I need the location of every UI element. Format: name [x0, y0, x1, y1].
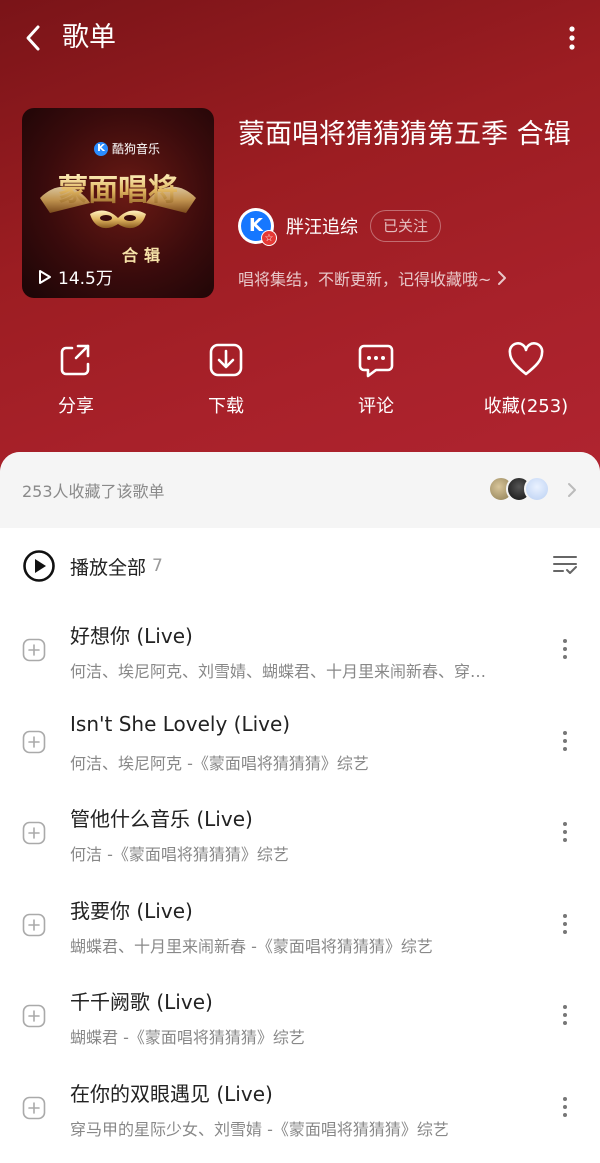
song-artist: 蝴蝶君 -《蒙面唱将猜猜猜》综艺	[70, 1028, 305, 1047]
song-count: 7	[152, 556, 163, 576]
song-artist: 何洁、埃尼阿克 -《蒙面唱将猜猜猜》综艺	[70, 753, 369, 773]
share-icon	[60, 344, 90, 376]
page-title: 歌单	[62, 22, 116, 53]
top-bar: 歌单	[0, 0, 600, 80]
add-to-list-icon[interactable]	[22, 1096, 46, 1120]
more-vertical-icon	[569, 26, 575, 50]
follow-button[interactable]: 已关注	[370, 210, 442, 242]
more-button[interactable]	[560, 20, 584, 56]
more-vertical-icon[interactable]	[558, 1000, 572, 1030]
play-all-label: 播放全部	[70, 556, 147, 579]
share-button[interactable]: 分享	[6, 340, 146, 418]
collectors-bar[interactable]: 253人收藏了该歌单	[0, 452, 600, 528]
song-title: 我要你 (Live)	[70, 898, 193, 923]
avatar	[524, 476, 550, 502]
song-title: 好想你 (Live)	[70, 624, 193, 648]
more-vertical-icon[interactable]	[558, 909, 572, 939]
play-all-button[interactable]: 播放全部 7	[22, 548, 163, 584]
collector-avatars	[488, 476, 550, 502]
verified-star-icon: ☆	[261, 230, 277, 246]
song-artist: 蝴蝶君、十月里来闹新春 -《蒙面唱将猜猜猜》综艺	[70, 936, 433, 956]
more-vertical-icon[interactable]	[558, 634, 572, 664]
playlist-header: 歌单 K 酷狗音乐 蒙面唱将 合辑 14.5万 蒙面唱将猜猜猜第五季 合辑 K …	[0, 0, 600, 480]
comment-label: 评论	[358, 396, 394, 417]
song-artist: 何洁、埃尼阿克、刘雪婧、蝴蝶君、十月里来闹新春、穿…	[70, 662, 487, 681]
song-list: 好想你 (Live) 何洁、埃尼阿克、刘雪婧、蝴蝶君、十月里来闹新春、穿… Is…	[0, 608, 600, 1157]
comment-button[interactable]: 评论	[306, 340, 446, 418]
cover-brand: K 酷狗音乐	[94, 140, 160, 157]
action-bar: 分享 下载 评论 收藏(253)	[0, 340, 600, 420]
play-triangle-icon	[39, 269, 51, 284]
playlist-cover[interactable]: K 酷狗音乐 蒙面唱将 合辑 14.5万	[22, 108, 214, 298]
favorite-button[interactable]: 收藏(253)	[456, 340, 596, 418]
chevron-left-icon	[26, 25, 40, 51]
song-artist: 何洁 -《蒙面唱将猜猜猜》综艺	[70, 845, 289, 864]
song-title: 千千阙歌 (Live)	[70, 990, 213, 1014]
song-row[interactable]: 好想你 (Live) 何洁、埃尼阿克、刘雪婧、蝴蝶君、十月里来闹新春、穿…	[0, 608, 600, 700]
song-row[interactable]: 千千阙歌 (Live) 蝴蝶君 -《蒙面唱将猜猜猜》综艺	[0, 974, 600, 1066]
playlist-description[interactable]: 唱将集结，不断更新，记得收藏哦~	[238, 266, 507, 290]
favorite-label: 收藏(253)	[483, 396, 569, 417]
play-count-value: 14.5万	[58, 269, 113, 289]
song-row[interactable]: Isn't She Lovely (Live) 何洁、埃尼阿克 -《蒙面唱将猜猜…	[0, 700, 600, 792]
collectors-text: 253人收藏了该歌单	[22, 482, 165, 501]
creator-avatar[interactable]: K ☆	[238, 208, 277, 246]
kugou-logo-icon: K	[94, 141, 108, 156]
add-to-list-icon[interactable]	[22, 638, 46, 662]
creator-row: K ☆ 胖汪追综 已关注	[238, 208, 442, 246]
cover-subtitle: 合辑	[122, 246, 167, 265]
chevron-right-icon	[498, 271, 507, 285]
song-title: 管他什么音乐 (Live)	[70, 807, 253, 831]
song-title: Isn't She Lovely (Live)	[70, 711, 291, 736]
play-all-row: 播放全部 7	[0, 528, 600, 608]
mask-logo-art: 蒙面唱将	[40, 173, 196, 229]
song-row[interactable]: 管他什么音乐 (Live) 何洁 -《蒙面唱将猜猜猜》综艺	[0, 791, 600, 883]
add-to-list-icon[interactable]	[22, 730, 46, 754]
manage-list-icon[interactable]	[552, 552, 578, 578]
playlist-sheet: 253人收藏了该歌单 播放全部 7 好想你 (Live) 何洁、埃尼阿克、刘雪婧…	[0, 452, 600, 1163]
add-to-list-icon[interactable]	[22, 821, 46, 845]
share-label: 分享	[58, 396, 94, 417]
play-circle-icon	[23, 550, 55, 582]
download-button[interactable]: 下载	[156, 340, 296, 418]
more-vertical-icon[interactable]	[558, 1092, 572, 1122]
song-row[interactable]: 我要你 (Live) 蝴蝶君、十月里来闹新春 -《蒙面唱将猜猜猜》综艺	[0, 883, 600, 975]
comment-icon	[358, 344, 394, 378]
song-row[interactable]: 在你的双眼遇见 (Live) 穿马甲的星际少女、刘雪婧 -《蒙面唱将猜猜猜》综艺	[0, 1066, 600, 1158]
description-text: 唱将集结，不断更新，记得收藏哦~	[238, 270, 492, 289]
play-count: 14.5万	[38, 264, 113, 289]
back-button[interactable]	[18, 20, 48, 56]
song-artist: 穿马甲的星际少女、刘雪婧 -《蒙面唱将猜猜猜》综艺	[70, 1119, 449, 1139]
creator-name[interactable]: 胖汪追综	[286, 213, 358, 239]
add-to-list-icon[interactable]	[22, 913, 46, 937]
more-vertical-icon[interactable]	[558, 817, 572, 847]
heart-icon	[508, 342, 544, 376]
more-vertical-icon[interactable]	[558, 726, 572, 756]
cover-art-text: 蒙面唱将	[58, 173, 178, 208]
download-label: 下载	[208, 396, 244, 417]
song-title: 在你的双眼遇见 (Live)	[70, 1081, 273, 1106]
chevron-right-icon	[568, 483, 576, 497]
download-icon	[209, 343, 243, 377]
add-to-list-icon[interactable]	[22, 1004, 46, 1028]
cover-brand-text: 酷狗音乐	[112, 142, 161, 156]
playlist-title: 蒙面唱将猜猜猜第五季 合辑	[238, 119, 571, 150]
